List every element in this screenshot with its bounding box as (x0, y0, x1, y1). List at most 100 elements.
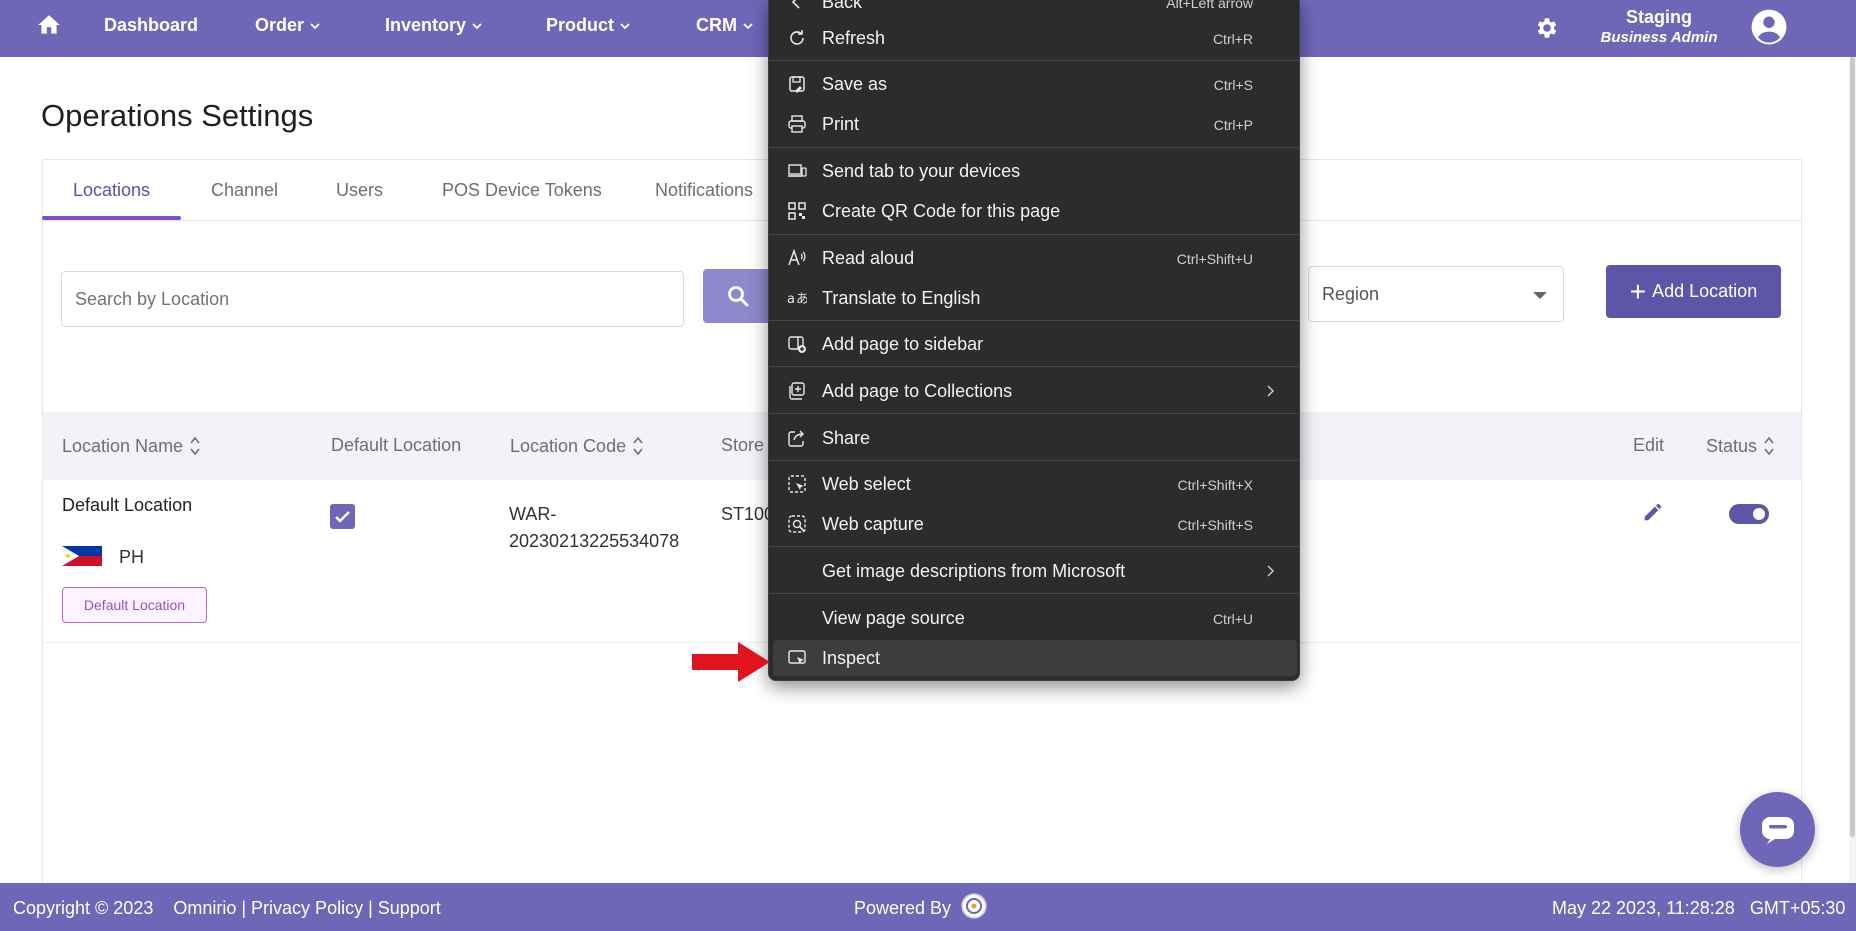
page-title: Operations Settings (41, 98, 314, 133)
footer: Copyright © 2023 Omnirio | Privacy Polic… (0, 883, 1856, 931)
menu-separator (769, 593, 1299, 594)
search-input[interactable] (61, 271, 684, 327)
menu-item-refresh[interactable]: Refresh Ctrl+R (769, 20, 1299, 56)
column-header-location-name[interactable]: Location Name (62, 435, 201, 457)
menu-item-label: Print (822, 114, 860, 134)
nav-inventory-label: Inventory (385, 15, 467, 35)
chat-support-button[interactable] (1740, 792, 1815, 867)
sort-icon (1764, 436, 1774, 456)
menu-item-add-collections[interactable]: Add page to Collections (769, 373, 1299, 409)
default-location-badge: Default Location (62, 587, 207, 623)
tab-notifications[interactable]: Notifications (655, 180, 753, 201)
menu-item-label: Web capture (822, 514, 924, 534)
edit-pencil-icon[interactable] (1642, 501, 1664, 523)
menu-item-read-aloud[interactable]: Read aloud Ctrl+Shift+U (769, 240, 1299, 276)
column-header-label: Status (1706, 435, 1758, 456)
nav-product-label: Product (546, 15, 615, 35)
menu-item-share[interactable]: Share (769, 420, 1299, 456)
qr-code-icon (788, 202, 806, 220)
omnirio-logo-icon (961, 893, 987, 919)
column-header-label: Store (721, 435, 765, 455)
column-header-label: Edit (1633, 435, 1665, 455)
back-arrow-icon (791, 0, 800, 9)
svg-text:a: a (787, 292, 795, 307)
menu-item-back[interactable]: Back Alt+Left arrow (769, 0, 1299, 20)
menu-separator (769, 413, 1299, 414)
inspect-icon (788, 650, 806, 664)
scrollbar-thumb[interactable] (1850, 57, 1855, 837)
menu-separator (769, 320, 1299, 321)
menu-item-label: Translate to English (822, 288, 981, 308)
toggle-knob (1753, 508, 1765, 520)
collections-icon (789, 382, 805, 400)
nav-crm[interactable]: CRM (696, 15, 753, 36)
default-location-checkbox[interactable] (330, 504, 355, 529)
tab-channel[interactable]: Channel (211, 180, 278, 201)
active-tab-indicator (42, 216, 181, 220)
tab-pos-device-tokens[interactable]: POS Device Tokens (442, 180, 602, 201)
menu-item-shortcut: Ctrl+Shift+U (1176, 251, 1253, 267)
menu-item-shortcut: Alt+Left arrow (1166, 0, 1253, 11)
user-avatar-icon[interactable] (1750, 8, 1788, 46)
chevron-down-icon (620, 22, 630, 29)
menu-item-translate[interactable]: aあ Translate to English (769, 280, 1299, 316)
read-aloud-icon (788, 248, 806, 266)
red-pointer-arrow-icon (692, 642, 770, 682)
country-code: PH (119, 547, 145, 567)
menu-item-view-source[interactable]: View page source Ctrl+U (769, 600, 1299, 636)
menu-item-label: Save as (822, 74, 888, 94)
menu-item-web-capture[interactable]: Web capture Ctrl+Shift+S (769, 506, 1299, 542)
region-select[interactable]: Region (1308, 266, 1564, 322)
nav-order[interactable]: Order (255, 15, 320, 36)
home-icon[interactable] (36, 12, 62, 38)
tab-users[interactable]: Users (336, 180, 383, 201)
plus-icon: + (1629, 275, 1647, 307)
nav-dashboard[interactable]: Dashboard (104, 15, 198, 36)
menu-item-shortcut: Ctrl+P (1213, 117, 1253, 133)
menu-item-label: Add page to sidebar (822, 334, 984, 354)
column-header-status[interactable]: Status (1706, 435, 1775, 457)
menu-item-web-select[interactable]: Web select Ctrl+Shift+X (769, 466, 1299, 502)
dropdown-caret-icon (1533, 292, 1547, 299)
menu-item-print[interactable]: Print Ctrl+P (769, 106, 1299, 142)
footer-timestamp: May 22 2023, 11:28:28 (1552, 898, 1735, 918)
region-select-label: Region (1322, 284, 1380, 304)
chevron-right-icon (1267, 565, 1274, 577)
add-location-button[interactable]: + Add Location (1606, 265, 1781, 318)
menu-item-shortcut: Ctrl+Shift+S (1177, 517, 1253, 533)
menu-item-label: Read aloud (822, 248, 915, 268)
menu-separator (769, 460, 1299, 461)
environment-name: Staging (1626, 7, 1692, 27)
column-header-edit: Edit (1633, 435, 1664, 456)
menu-item-add-sidebar[interactable]: Add page to sidebar (769, 326, 1299, 362)
menu-separator (769, 234, 1299, 235)
menu-item-inspect[interactable]: Inspect (773, 640, 1297, 676)
location-code-line2: 20230213225534078 (509, 531, 680, 551)
nav-product[interactable]: Product (546, 15, 630, 36)
environment-role: Business Admin (1600, 29, 1718, 46)
menu-item-qr-code[interactable]: Create QR Code for this page (769, 193, 1299, 229)
column-header-default-location: Default Location (331, 435, 461, 456)
menu-item-label: Refresh (822, 28, 886, 48)
menu-item-save-as[interactable]: Save as Ctrl+S (769, 66, 1299, 102)
status-toggle[interactable] (1729, 504, 1769, 524)
footer-left: Copyright © 2023 Omnirio | Privacy Polic… (13, 898, 441, 919)
menu-item-send-tab[interactable]: Send tab to your devices (769, 153, 1299, 189)
gear-icon[interactable] (1534, 15, 1560, 41)
column-header-location-code[interactable]: Location Code (510, 435, 644, 457)
column-header-store[interactable]: Store (721, 435, 764, 456)
menu-item-label: Share (822, 428, 871, 448)
checkmark-icon (335, 511, 350, 523)
menu-item-shortcut: Ctrl+S (1213, 77, 1253, 93)
nav-inventory[interactable]: Inventory (385, 15, 482, 36)
location-name-cell: Default Location (62, 495, 193, 515)
search-button[interactable] (703, 269, 773, 323)
nav-order-label: Order (255, 15, 305, 35)
chevron-down-icon (743, 22, 753, 29)
footer-links[interactable]: Omnirio | Privacy Policy | Support (173, 898, 440, 918)
save-icon (789, 76, 805, 93)
environment-info: Staging Business Admin (1598, 6, 1720, 48)
chevron-down-icon (310, 22, 320, 29)
tab-locations[interactable]: Locations (73, 180, 150, 201)
menu-item-image-descriptions[interactable]: Get image descriptions from Microsoft (769, 553, 1299, 589)
